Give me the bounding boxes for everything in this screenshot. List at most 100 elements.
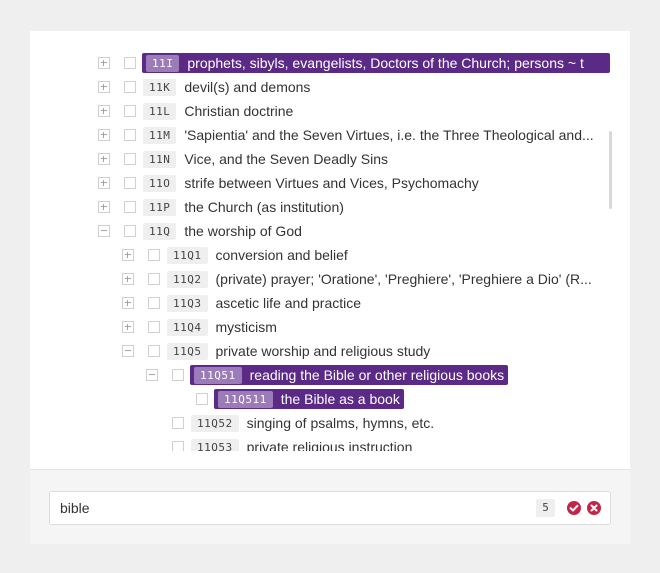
expand-icon[interactable] xyxy=(98,81,110,93)
row-node[interactable]: 11P the Church (as institution) xyxy=(142,197,348,217)
row-node[interactable]: 11Q4 mysticism xyxy=(166,317,281,337)
row-checkbox[interactable] xyxy=(172,417,184,429)
tree-panel: 11I prophets, sibyls, evangelists, Docto… xyxy=(30,31,630,544)
code-badge: 11P xyxy=(143,198,177,216)
row-node[interactable]: 11O strife between Virtues and Vices, Ps… xyxy=(142,173,483,193)
row-node[interactable]: 11Q the worship of God xyxy=(142,221,306,241)
row-label: singing of psalms, hymns, etc. xyxy=(246,415,435,431)
code-badge: 11Q53 xyxy=(191,438,239,451)
classification-tree: 11I prophets, sibyls, evangelists, Docto… xyxy=(30,31,630,451)
app-window: 11I prophets, sibyls, evangelists, Docto… xyxy=(0,0,660,573)
tree-row-11q2: 11Q2 (private) prayer; 'Oratione', 'Preg… xyxy=(30,267,630,291)
row-checkbox[interactable] xyxy=(124,177,136,189)
expand-icon[interactable] xyxy=(98,153,110,165)
expand-icon[interactable] xyxy=(98,57,110,69)
row-checkbox[interactable] xyxy=(124,57,136,69)
search-input[interactable] xyxy=(60,492,520,524)
row-node[interactable]: 11Q3 ascetic life and practice xyxy=(166,293,365,313)
row-node[interactable]: 11M 'Sapientia' and the Seven Virtues, i… xyxy=(142,125,608,145)
row-node[interactable]: 11Q1 conversion and belief xyxy=(166,245,352,265)
row-label: reading the Bible or other religious boo… xyxy=(249,367,505,383)
row-checkbox[interactable] xyxy=(124,129,136,141)
row-checkbox[interactable] xyxy=(124,225,136,237)
tree-row-11i: 11I prophets, sibyls, evangelists, Docto… xyxy=(30,51,630,75)
highlighted-match[interactable]: 11Q511 the Bible as a book xyxy=(214,389,404,409)
row-checkbox[interactable] xyxy=(148,321,160,333)
row-label: the worship of God xyxy=(184,223,302,239)
tree-row-11q: 11Q the worship of God xyxy=(30,219,630,243)
tree-row-11q5: 11Q5 private worship and religious study xyxy=(30,339,630,363)
code-badge: 11Q3 xyxy=(167,294,208,312)
tree-row-11q52: 11Q52 singing of psalms, hymns, etc. xyxy=(30,411,630,435)
code-badge: 11Q5 xyxy=(167,342,208,360)
row-node[interactable]: 11Q52 singing of psalms, hymns, etc. xyxy=(190,413,438,433)
tree-row-11k: 11K devil(s) and demons xyxy=(30,75,630,99)
tree-row-11p: 11P the Church (as institution) xyxy=(30,195,630,219)
vertical-scrollbar[interactable] xyxy=(609,131,612,209)
row-node[interactable]: 11K devil(s) and demons xyxy=(142,77,314,97)
row-checkbox[interactable] xyxy=(196,393,208,405)
code-badge: 11I xyxy=(146,54,180,72)
highlighted-match[interactable]: 11I prophets, sibyls, evangelists, Docto… xyxy=(142,53,610,73)
code-badge: 11Q511 xyxy=(218,390,273,408)
row-checkbox[interactable] xyxy=(124,201,136,213)
code-badge: 11L xyxy=(143,102,177,120)
row-node[interactable]: 11Q5 private worship and religious study xyxy=(166,341,434,361)
row-label: (private) prayer; 'Oratione', 'Preghiere… xyxy=(215,271,592,287)
code-badge: 11M xyxy=(143,126,177,144)
row-label: the Bible as a book xyxy=(280,391,400,407)
row-label: 'Sapientia' and the Seven Virtues, i.e. … xyxy=(184,127,594,143)
code-badge: 11Q51 xyxy=(194,366,242,384)
tree-row-11l: 11L Christian doctrine xyxy=(30,99,630,123)
expand-icon[interactable] xyxy=(122,321,134,333)
row-checkbox[interactable] xyxy=(124,105,136,117)
tree-row-11q53: 11Q53 private religious instruction xyxy=(30,435,630,451)
code-badge: 11O xyxy=(143,174,177,192)
code-badge: 11Q52 xyxy=(191,414,239,432)
tree-row-11q1: 11Q1 conversion and belief xyxy=(30,243,630,267)
code-badge: 11Q4 xyxy=(167,318,208,336)
row-node[interactable]: 11Q2 (private) prayer; 'Oratione', 'Preg… xyxy=(166,269,608,289)
expand-icon[interactable] xyxy=(122,297,134,309)
row-label: private worship and religious study xyxy=(215,343,431,359)
collapse-icon[interactable] xyxy=(98,225,110,237)
row-node[interactable]: 11N Vice, and the Seven Deadly Sins xyxy=(142,149,392,169)
row-label: Christian doctrine xyxy=(184,103,294,119)
collapse-icon[interactable] xyxy=(146,369,158,381)
row-checkbox[interactable] xyxy=(148,345,160,357)
code-badge: 11Q2 xyxy=(167,270,208,288)
row-checkbox[interactable] xyxy=(172,369,184,381)
row-checkbox[interactable] xyxy=(124,81,136,93)
expand-icon[interactable] xyxy=(98,105,110,117)
row-checkbox[interactable] xyxy=(124,153,136,165)
expand-icon[interactable] xyxy=(98,201,110,213)
row-label: ascetic life and practice xyxy=(215,295,362,311)
tree-row-11q51: 11Q51 reading the Bible or other religio… xyxy=(30,363,630,387)
row-node[interactable]: 11L Christian doctrine xyxy=(142,101,297,121)
result-count-badge: 5 xyxy=(536,499,555,517)
row-label: private religious instruction xyxy=(246,439,413,451)
expand-icon[interactable] xyxy=(122,249,134,261)
row-label: strife between Virtues and Vices, Psycho… xyxy=(184,175,479,191)
row-node[interactable]: 11Q53 private religious instruction xyxy=(190,437,416,451)
code-badge: 11Q1 xyxy=(167,246,208,264)
row-checkbox[interactable] xyxy=(148,273,160,285)
search-footer: 5 xyxy=(30,470,630,544)
expand-icon[interactable] xyxy=(98,177,110,189)
row-label: conversion and belief xyxy=(215,247,348,263)
tree-row-11o: 11O strife between Virtues and Vices, Ps… xyxy=(30,171,630,195)
code-badge: 11N xyxy=(143,150,177,168)
row-checkbox[interactable] xyxy=(148,297,160,309)
close-circle-icon[interactable] xyxy=(587,501,601,515)
code-badge: 11K xyxy=(143,78,177,96)
check-circle-icon[interactable] xyxy=(567,501,581,515)
tree-row-11q511: 11Q511 the Bible as a book xyxy=(30,387,630,411)
highlighted-match[interactable]: 11Q51 reading the Bible or other religio… xyxy=(190,365,509,385)
row-checkbox[interactable] xyxy=(148,249,160,261)
collapse-icon[interactable] xyxy=(122,345,134,357)
row-label: mysticism xyxy=(215,319,277,335)
expand-icon[interactable] xyxy=(98,129,110,141)
row-label: the Church (as institution) xyxy=(184,199,344,215)
row-checkbox[interactable] xyxy=(172,441,184,451)
expand-icon[interactable] xyxy=(122,273,134,285)
